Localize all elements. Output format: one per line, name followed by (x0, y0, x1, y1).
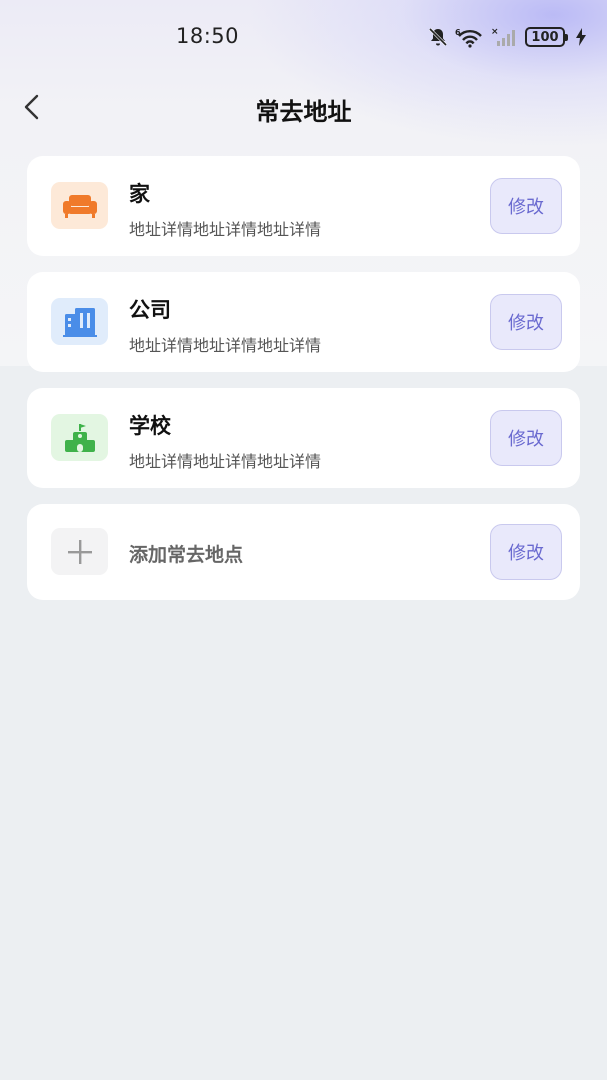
add-place-label: 添加常去地点 (129, 544, 244, 566)
sofa-icon (62, 194, 97, 218)
address-detail: 地址详情地址详情地址详情 (129, 220, 322, 239)
address-icon-box (51, 182, 108, 229)
wifi-6-icon: 6 (455, 28, 482, 48)
edit-button[interactable]: 修改 (490, 410, 562, 466)
address-card-company[interactable]: 公司 地址详情地址详情地址详情 修改 (27, 272, 580, 372)
address-list: 家 地址详情地址详情地址详情 修改 公司 地址详情地址详情地址详情 修改 学校 … (27, 156, 580, 616)
battery-level: 100 (531, 29, 559, 45)
svg-text:×: × (491, 27, 499, 37)
address-detail: 地址详情地址详情地址详情 (129, 336, 322, 355)
school-icon (64, 423, 95, 452)
building-icon (62, 307, 97, 337)
status-bar: 18:50 6 × 100 (0, 0, 607, 74)
add-icon-box (51, 528, 108, 575)
edit-button[interactable]: 修改 (490, 294, 562, 350)
plus-icon (67, 539, 92, 564)
add-place-card[interactable]: 添加常去地点 修改 (27, 504, 580, 600)
status-icons: 6 × 100 (427, 25, 587, 49)
page-title: 常去地址 (255, 98, 352, 126)
bell-muted-icon (428, 27, 448, 47)
address-card-home[interactable]: 家 地址详情地址详情地址详情 修改 (27, 156, 580, 256)
address-detail: 地址详情地址详情地址详情 (129, 452, 322, 471)
address-name: 学校 (129, 414, 171, 438)
address-icon-box (51, 414, 108, 461)
navigation-bar: 常去地址 (0, 80, 607, 136)
address-name: 公司 (129, 298, 171, 322)
address-name: 家 (129, 182, 150, 206)
charging-bolt-icon (576, 28, 586, 46)
address-icon-box (51, 298, 108, 345)
cellular-signal-icon: × (491, 27, 515, 46)
address-card-school[interactable]: 学校 地址详情地址详情地址详情 修改 (27, 388, 580, 488)
edit-button[interactable]: 修改 (490, 524, 562, 580)
status-time: 18:50 (176, 24, 240, 48)
edit-button[interactable]: 修改 (490, 178, 562, 234)
battery-icon: 100 (525, 27, 568, 47)
